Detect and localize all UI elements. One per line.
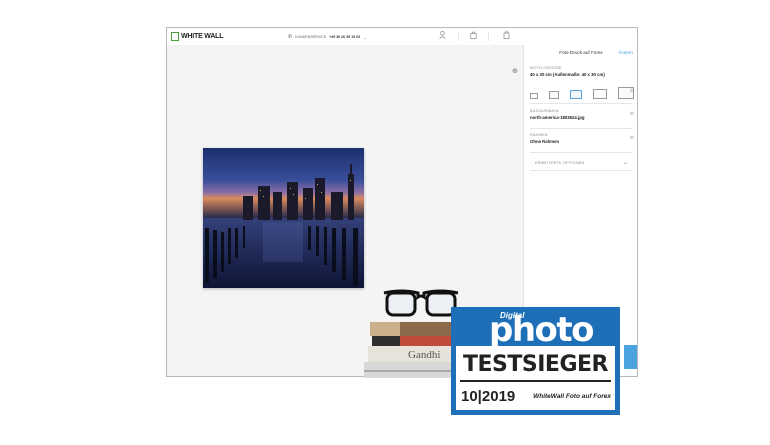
testsieger-badge: photo Digital TESTSIEGER 10|2019 WhiteWa… <box>451 307 620 415</box>
hotline-label: KUNDENSERVICE <box>295 35 327 39</box>
size-value: 40 x 30 cm (Außenmaße: 40 x 30 cm) <box>530 72 605 77</box>
badge-divider <box>460 380 611 382</box>
top-navigation-bar: WHITE WALL ✆ KUNDENSERVICE +49 30 26 39 … <box>167 28 637 46</box>
user-icon[interactable] <box>439 31 446 41</box>
info-icon[interactable]: ⊙ <box>630 135 634 141</box>
bag-icon[interactable] <box>470 31 477 41</box>
size-option[interactable] <box>549 91 559 99</box>
badge-issue: 10|2019 <box>461 388 516 405</box>
info-icon[interactable]: ⊙ <box>630 88 634 94</box>
add-to-cart-button[interactable] <box>624 345 637 369</box>
badge-content: TESTSIEGER 10|2019 WhiteWall Foto auf Fo… <box>456 346 615 410</box>
size-option-selected[interactable] <box>570 90 582 99</box>
size-label: MOTIV-GRÖSSE <box>530 66 562 70</box>
cart-icon[interactable] <box>503 31 510 41</box>
book-stack-illustration: Gandhi <box>362 320 454 383</box>
badge-product: WhiteWall Foto auf Forex <box>533 393 611 400</box>
frame-label: RAHMEN <box>530 133 548 137</box>
badge-header: photo Digital <box>455 311 616 347</box>
logo-square-icon <box>171 32 179 41</box>
divider <box>530 152 632 153</box>
extended-options-toggle[interactable]: ERWEITERTE OPTIONEN ⌄ <box>530 157 632 171</box>
phone-icon: ✆ <box>288 34 293 40</box>
info-icon[interactable]: ⊙ <box>630 111 634 117</box>
zoom-icon[interactable]: ⊕ <box>512 67 518 75</box>
size-option[interactable] <box>593 89 607 99</box>
divider <box>530 128 632 129</box>
divider <box>530 103 632 104</box>
frame-value: Ohne Rahmen <box>530 139 560 144</box>
change-link[interactable]: Ändern <box>618 50 633 55</box>
hotline-number: +49 30 26 39 19 63 <box>329 35 361 39</box>
extended-options-label: ERWEITERTE OPTIONEN <box>535 161 585 165</box>
size-selector <box>530 87 637 99</box>
whitewall-logo[interactable]: WHITE WALL <box>171 31 224 42</box>
image-label: BILDAUSWAHL <box>530 109 560 113</box>
service-hotline[interactable]: ✆ KUNDENSERVICE +49 30 26 39 19 63 ⌄ <box>288 34 367 40</box>
image-value: north-america-1803624.jpg <box>530 115 585 120</box>
chevron-down-icon: ⌄ <box>622 160 628 166</box>
book-spine-text: Gandhi <box>408 349 440 361</box>
product-photo-preview[interactable] <box>203 148 364 288</box>
badge-title: TESTSIEGER <box>463 352 608 377</box>
chevron-down-icon: ⌄ <box>363 34 367 40</box>
size-option[interactable] <box>530 93 538 99</box>
logo-text: WHITE WALL <box>181 33 224 40</box>
divider <box>488 32 489 41</box>
badge-brand-small: Digital <box>500 311 525 320</box>
divider <box>458 32 459 41</box>
